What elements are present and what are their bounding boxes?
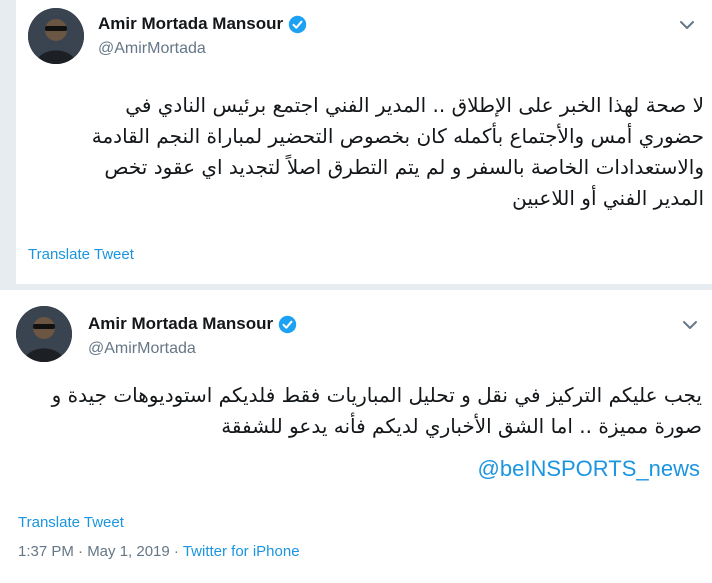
tweet-text-line: صورة مميزة .. اما الشق الأخباري لديكم فأ… [221, 414, 702, 438]
author-handle[interactable]: @AmirMortada [88, 340, 196, 358]
chevron-down-icon[interactable] [678, 16, 696, 34]
tweet-text-line: والاستعدادات الخاصة بالسفر و لم يتم التط… [104, 155, 704, 179]
display-name[interactable]: Amir Mortada Mansour [88, 314, 273, 334]
tweet-text-line: يجب عليكم التركيز في نقل و تحليل المباري… [51, 383, 702, 407]
chevron-down-icon[interactable] [681, 316, 699, 334]
mention-link[interactable]: @beINSPORTS_news [478, 456, 700, 482]
timestamp[interactable]: 1:37 PM · May 1, 2019 · [18, 543, 183, 560]
author-name-row[interactable]: Amir Mortada Mansour [98, 14, 307, 34]
avatar[interactable] [28, 8, 84, 64]
tweet-text-line: المدير الفني أو اللاعبين [512, 186, 704, 210]
thread-strip [0, 0, 16, 284]
tweet-text-line: لا صحة لهذا الخبر على الإطلاق .. المدير … [125, 93, 704, 117]
author-name-row[interactable]: Amir Mortada Mansour [88, 314, 297, 334]
verified-badge-icon [278, 315, 297, 333]
source-link[interactable]: Twitter for iPhone [183, 543, 300, 560]
tweet-meta: 1:37 PM · May 1, 2019 · Twitter for iPho… [18, 543, 300, 560]
translate-tweet-link[interactable]: Translate Tweet [28, 246, 134, 263]
tweet-text: يجب عليكم التركيز في نقل و تحليل المباري… [24, 380, 702, 442]
display-name[interactable]: Amir Mortada Mansour [98, 14, 283, 34]
tweet-2[interactable]: Amir Mortada Mansour @AmirMortada يجب عل… [0, 290, 712, 583]
tweet-text: لا صحة لهذا الخبر على الإطلاق .. المدير … [24, 90, 704, 214]
avatar[interactable] [16, 306, 72, 362]
tweet-text-line: حضوري أمس والأجتماع بأكمله كان بخصوص الت… [91, 124, 704, 148]
verified-badge-icon [288, 15, 307, 33]
author-handle[interactable]: @AmirMortada [98, 40, 206, 58]
tweet-1[interactable]: Amir Mortada Mansour @AmirMortada لا صحة… [0, 0, 712, 290]
translate-tweet-link[interactable]: Translate Tweet [18, 514, 124, 531]
